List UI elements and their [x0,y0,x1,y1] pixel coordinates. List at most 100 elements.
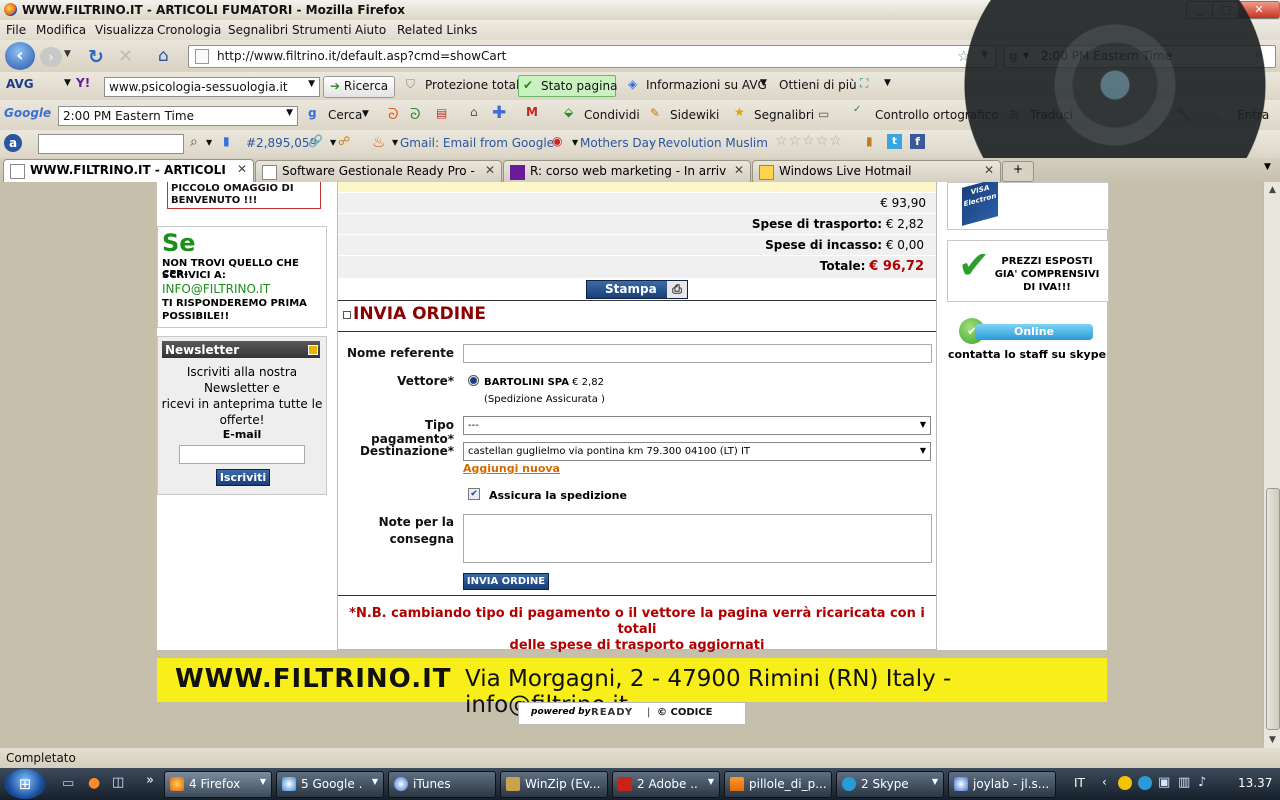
plus-icon[interactable]: ✚ [492,103,506,123]
avg-search-input[interactable]: www.psicologia-sessuologia.it ▼ [104,77,320,97]
menu-visualizza[interactable]: Visualizza [95,23,154,37]
menu-strumenti[interactable]: Strumenti [292,23,352,37]
fire-icon[interactable]: ♨ [372,133,385,151]
search-text[interactable]: 2:00 PM Eastern Time [1041,49,1172,63]
maximize-button[interactable]: □ [1212,1,1240,19]
tray-expand-icon[interactable]: ‹ [1102,775,1107,789]
tab-close-icon[interactable]: ✕ [734,163,744,177]
google-search-value[interactable]: 2:00 PM Eastern Time [63,109,194,123]
taskbar-adobe[interactable]: 2 Adobe ... ▼ [612,771,720,798]
language-indicator[interactable]: IT [1074,776,1085,790]
tab-hotmail[interactable]: Windows Live Hotmail ✕ [752,160,1001,182]
avg-search-button[interactable]: ➔ Ricerca [323,76,396,98]
tray-network-icon[interactable]: ▣ [1158,775,1170,790]
taskbar-vlc[interactable]: pillole_di_p... [724,771,832,798]
google-search-dropdown-arrow-icon[interactable]: ▼ [362,109,369,119]
tray-volume-icon[interactable]: ♪ [1198,775,1206,790]
link-icon[interactable]: 🔗 [308,134,323,148]
avg-menu-dropdown-icon[interactable]: ▼ [64,78,71,88]
avg-search-dropdown-icon[interactable]: ▼ [308,79,315,89]
google-search-button[interactable]: Cerca [328,108,362,122]
mothers-day-link[interactable]: Mothers Day [580,136,656,150]
back-arrow-icon[interactable]: ‹ [5,42,35,70]
taskbar-skype[interactable]: 2 Skype ▼ [836,771,944,798]
google-sidewiki[interactable]: Sidewiki [670,108,719,122]
search-engine-dropdown-icon[interactable]: ▼ [1023,51,1029,60]
sidewiki-icon[interactable]: ✎ [650,106,660,120]
scroll-up-icon[interactable]: ▲ [1264,182,1280,198]
page-state-button[interactable]: ✔ Stato pagina [518,75,617,97]
tab-close-icon[interactable]: ✕ [485,163,495,177]
misc-search-input[interactable] [38,134,184,154]
tray-battery-icon[interactable]: ▥ [1178,775,1190,790]
newsletter-email-input[interactable] [179,445,305,464]
minimize-button[interactable]: _ [1186,1,1214,19]
wrench-icon[interactable]: 🔧 [1174,105,1193,123]
scroll-down-icon[interactable]: ▼ [1264,732,1280,748]
url-text[interactable]: http://www.filtrino.it/default.asp?cmd=s… [217,49,506,63]
history-dropdown-icon[interactable]: ▼ [64,49,71,59]
stop-icon[interactable]: ✕ [118,46,133,67]
magnifier-dropdown-icon[interactable]: ▼ [206,138,212,147]
powered-by-badge[interactable]: powered by READY | © CODICE [518,702,746,725]
calendar-icon[interactable]: ▤ [436,106,447,120]
google-search-icon[interactable]: g [1009,49,1018,63]
page-scrollbar[interactable]: ▲ ▼ [1263,182,1280,748]
newsletter-subscribe-button[interactable]: Iscriviti [216,469,270,486]
tab-close-icon[interactable]: ✕ [237,162,247,176]
google-search-input[interactable]: 2:00 PM Eastern Time ▼ [58,106,298,126]
google-spell[interactable]: Controllo ortografico [875,108,999,122]
carrier-radio[interactable] [468,375,479,386]
gmail-bookmark-link[interactable]: Gmail: Email from Google [400,136,554,150]
thumb-icon[interactable]: ☍ [338,134,350,148]
skype-contact-text[interactable]: contatta lo staff su skype [947,348,1107,361]
taskbar-firefox[interactable]: 4 Firefox ▼ [164,771,272,798]
close-button[interactable]: ✕ [1238,1,1280,19]
google-translate[interactable]: Traduci [1030,108,1073,122]
share-icon[interactable]: ⬙ [564,105,573,119]
avg-protection[interactable]: Protezione totale [425,78,527,92]
tray-messenger-icon[interactable] [1118,776,1132,790]
menu-segnalibri[interactable]: Segnalibri [228,23,288,37]
translate-icon[interactable]: あ [1008,106,1020,123]
show-desktop-icon[interactable]: ▭ [62,776,74,791]
avg-search-value[interactable]: www.psicologia-sessuologia.it [109,80,288,94]
payment-type-select[interactable]: --- ▼ [463,416,931,435]
bank-icon[interactable]: ⌂ [470,105,478,119]
revolution-muslim-link[interactable]: Revolution Muslim [658,136,768,150]
contact-email-link[interactable]: INFO@FILTRINO.IT [162,282,270,296]
google-logo[interactable]: Google [4,106,51,120]
search-icon[interactable]: ⌕ [1255,47,1262,62]
avg-extra-icon[interactable]: ⛶ [860,76,868,91]
new-tab-button[interactable]: + [1002,161,1034,182]
start-button[interactable]: ⊞ [4,769,46,799]
delivery-notes-textarea[interactable] [463,514,932,563]
menu-file[interactable]: File [6,23,26,37]
gmail-icon[interactable]: M [526,105,538,119]
twitter-icon[interactable]: t [887,134,902,149]
taskbar-winzip[interactable]: WinZip (Ev... [500,771,608,798]
print-button[interactable]: Stampa ⎙ [586,280,688,299]
tab-filtrino[interactable]: WWW.FILTRINO.IT - ARTICOLI F... ✕ [3,159,254,183]
taskbar-joylab[interactable]: joylab - jl.s... [948,771,1056,798]
avg-info[interactable]: Informazioni su AVG [646,78,767,92]
insure-checkbox[interactable]: ✔ [468,488,480,500]
menu-related-links[interactable]: Related Links [397,23,477,37]
taskbar-itunes[interactable]: iTunes [388,771,496,798]
system-clock[interactable]: 13.37 [1238,776,1272,790]
avg-info-dropdown-icon[interactable]: ▼ [760,78,767,88]
swirl-green-icon[interactable]: ᘐ [410,105,421,123]
rating-stars-icon[interactable]: ☆☆☆☆☆ [775,133,843,149]
text-field-icon[interactable]: ▭ [818,107,829,121]
avg-extra-dropdown-icon[interactable]: ▼ [884,78,891,88]
footer-site-name[interactable]: WWW.FILTRINO.IT [175,664,452,694]
scrollbar-thumb[interactable] [1266,488,1280,730]
yahoo-icon[interactable]: Y! [76,76,90,90]
quicklaunch-firefox-icon[interactable]: ● [88,775,100,791]
counter-value[interactable]: #2,895,059 [246,136,317,150]
welcome-gift-box[interactable]: PICCOLO OMAGGIO DI BENVENUTO !!! [167,182,321,209]
add-new-address-link[interactable]: Aggiungi nuova [463,462,560,475]
avg-more[interactable]: Ottieni di più [779,78,857,92]
bookmark-star-icon[interactable]: ☆ [957,47,970,65]
google-sign-in[interactable]: Entra [1237,108,1269,122]
